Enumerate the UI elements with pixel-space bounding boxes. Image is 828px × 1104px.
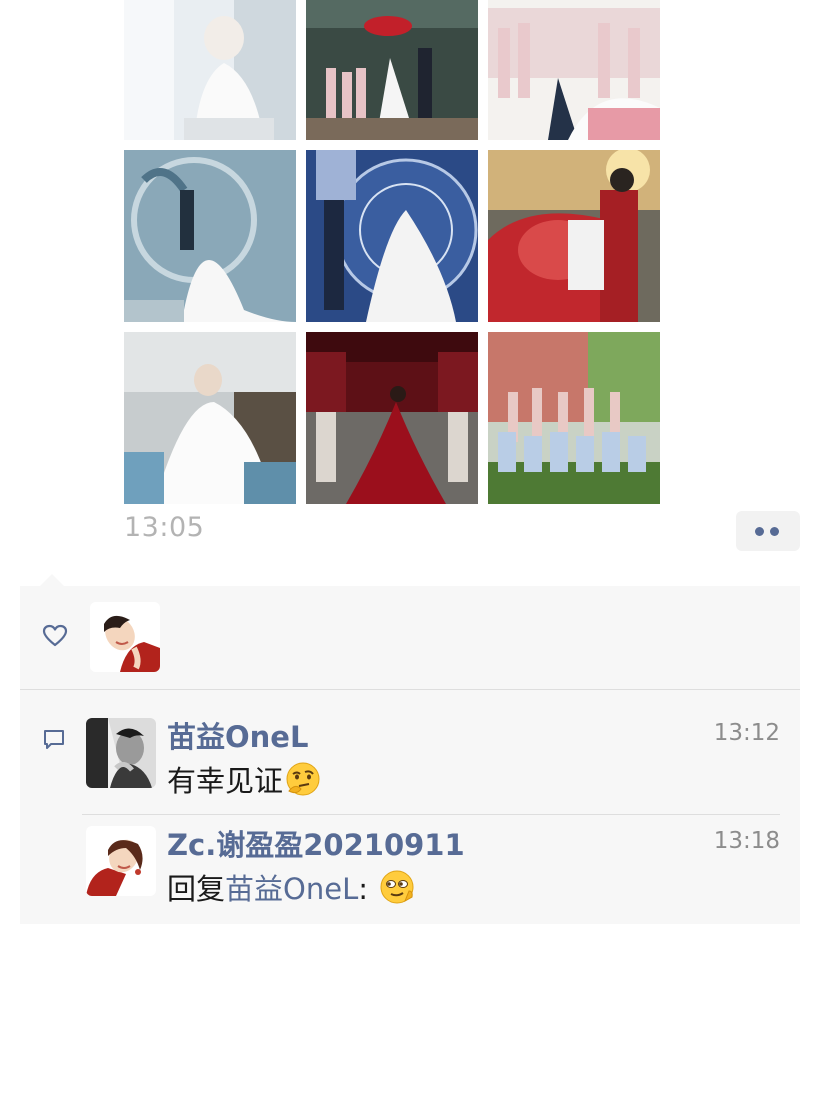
photo-couple-blue-stage[interactable] [124, 150, 296, 322]
comment-time: 13:18 [713, 828, 780, 854]
photo-bridal-party-umbrella[interactable] [306, 0, 478, 140]
commenter-avatar[interactable] [86, 718, 156, 788]
photo-ring-exchange[interactable] [306, 150, 478, 322]
more-dot [755, 527, 764, 536]
heart-icon [42, 624, 68, 647]
comment-text: 回复苗益OneL: [167, 866, 415, 908]
reply-suffix: : [358, 872, 378, 906]
comment-body: 有幸见证 [167, 764, 284, 798]
reply-prefix: 回复 [167, 872, 226, 906]
photo-red-gown[interactable] [306, 332, 478, 504]
more-dots-icon[interactable] [736, 511, 800, 551]
comment-time: 13:12 [713, 720, 780, 746]
likes-row [20, 586, 800, 689]
photo-bride-robe[interactable] [124, 0, 296, 140]
comment-text: 有幸见证 [167, 758, 321, 800]
panel-divider [20, 689, 800, 690]
more-dot [770, 527, 779, 536]
panel-arrow [40, 574, 64, 586]
photo-proposal-bridesmaids[interactable] [488, 0, 660, 140]
commenter-name[interactable]: 苗益OneL [167, 714, 308, 756]
photo-grid [124, 0, 660, 504]
smirk-emoji [380, 870, 414, 904]
photo-red-car[interactable] [488, 150, 660, 322]
interaction-panel: 苗益OneL 13:12 有幸见证 Zc.谢盈盈20210911 13:18 回… [20, 586, 800, 924]
photo-bride-seated[interactable] [124, 332, 296, 504]
thinking-emoji [286, 762, 320, 796]
comment-divider [82, 814, 780, 815]
photo-group-outdoor[interactable] [488, 332, 660, 504]
commenter-name[interactable]: Zc.谢盈盈20210911 [167, 822, 465, 864]
liker-avatar[interactable] [90, 602, 160, 672]
commenter-avatar[interactable] [86, 826, 156, 896]
comment-icon [44, 730, 64, 749]
post-time: 13:05 [124, 512, 205, 543]
reply-to-name[interactable]: 苗益OneL [225, 872, 358, 906]
